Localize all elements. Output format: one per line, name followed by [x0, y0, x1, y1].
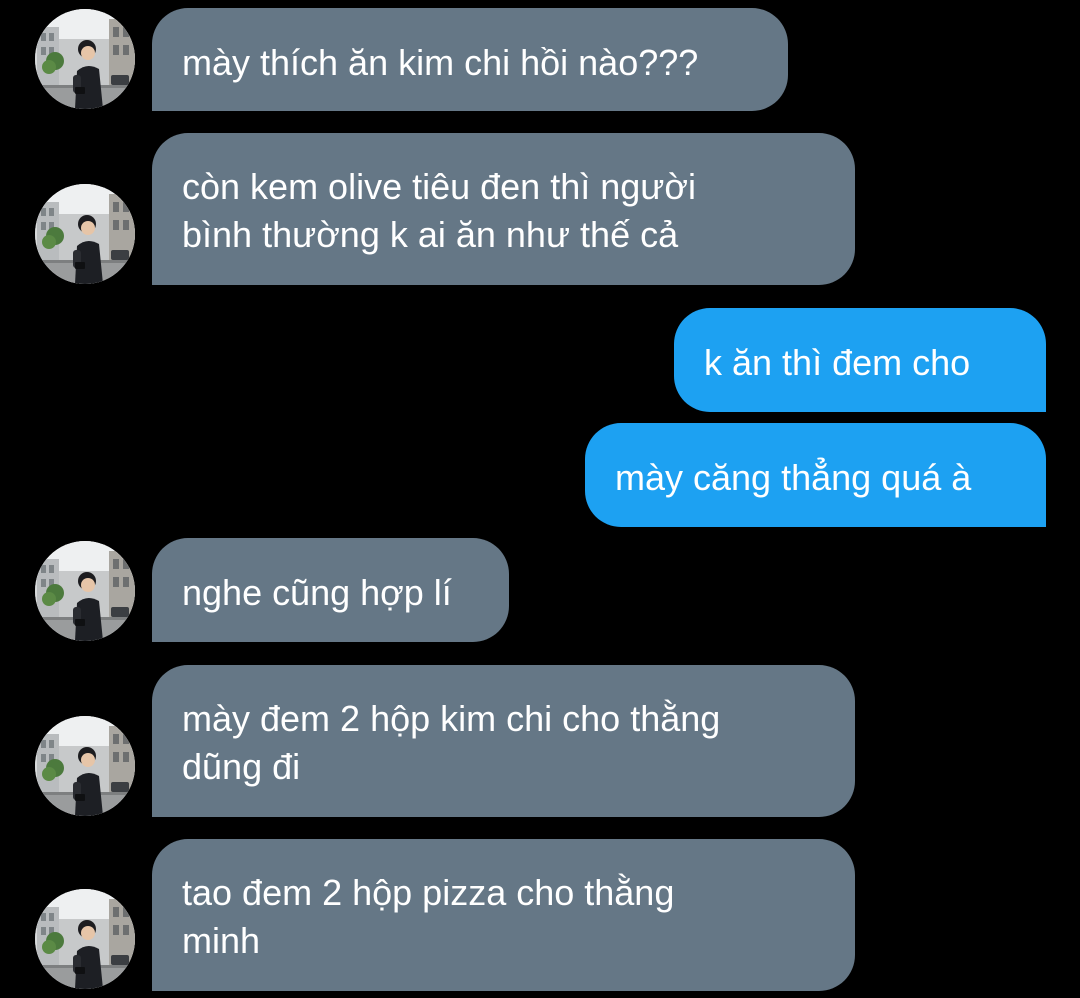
message-text: mày căng thẳng quá à	[615, 457, 972, 498]
sender-avatar[interactable]	[35, 716, 135, 816]
avatar-photo-icon	[35, 716, 135, 816]
received-message-bubble[interactable]: còn kem olive tiêu đen thì người bình th…	[152, 133, 855, 285]
received-message-bubble[interactable]: mày thích ăn kim chi hồi nào???	[152, 8, 788, 111]
sender-avatar[interactable]	[35, 184, 135, 284]
received-message-bubble[interactable]: mày đem 2 hộp kim chi cho thằng dũng đi	[152, 665, 855, 817]
message-text-line: bình thường k ai ăn như thế cả	[182, 214, 679, 255]
message-text-line: minh	[182, 920, 261, 961]
sender-avatar[interactable]	[35, 541, 135, 641]
avatar-photo-icon	[35, 889, 135, 989]
message-text: nghe cũng hợp lí	[182, 572, 452, 613]
message-text-line: dũng đi	[182, 746, 301, 787]
sender-avatar[interactable]	[35, 889, 135, 989]
sent-message-bubble[interactable]: mày căng thẳng quá à	[585, 423, 1046, 527]
received-message-bubble[interactable]: nghe cũng hợp lí	[152, 538, 509, 642]
avatar-photo-icon	[35, 184, 135, 284]
message-text: mày thích ăn kim chi hồi nào???	[182, 42, 699, 83]
sent-message-bubble[interactable]: k ăn thì đem cho	[674, 308, 1046, 412]
avatar-photo-icon	[35, 9, 135, 109]
avatar-photo-icon	[35, 541, 135, 641]
conversation-thread: mày thích ăn kim chi hồi nào??? còn kem …	[0, 0, 1080, 998]
message-text-line: còn kem olive tiêu đen thì người	[182, 166, 696, 207]
message-text-line: mày đem 2 hộp kim chi cho thằng	[182, 698, 721, 739]
sender-avatar[interactable]	[35, 9, 135, 109]
message-text: k ăn thì đem cho	[704, 342, 971, 383]
received-message-bubble[interactable]: tao đem 2 hộp pizza cho thằng minh	[152, 839, 855, 991]
message-text-line: tao đem 2 hộp pizza cho thằng	[182, 872, 675, 913]
